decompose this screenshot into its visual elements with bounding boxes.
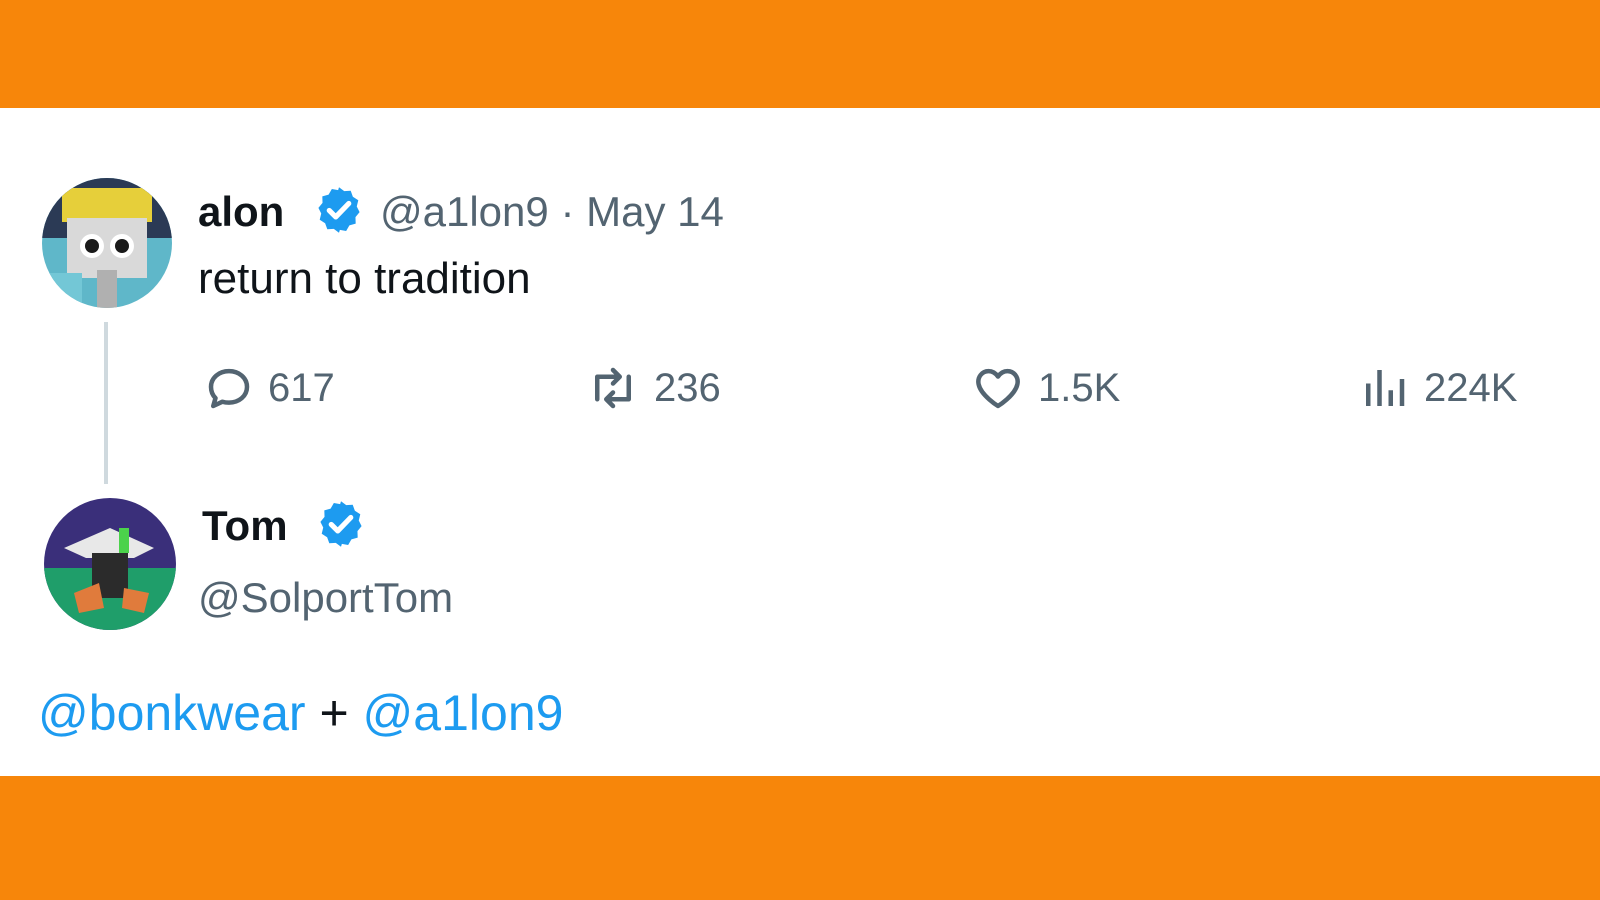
- repost-action[interactable]: 236: [584, 358, 721, 418]
- reply-author-name[interactable]: Tom: [202, 502, 288, 550]
- reply-bubble-icon: [208, 368, 250, 409]
- tweet-date[interactable]: May 14: [586, 188, 724, 235]
- views-action[interactable]: 224K: [1356, 358, 1517, 418]
- tweet-body-text: return to tradition: [198, 254, 531, 303]
- repost-count: 236: [654, 365, 721, 410]
- reply-body-text: @bonkwear + @a1lon9: [38, 684, 563, 742]
- reply-action[interactable]: 617: [202, 358, 335, 418]
- mention-a1lon9-link[interactable]: @a1lon9: [363, 685, 564, 741]
- thread-connector-line: [104, 322, 108, 484]
- reply-count: 617: [268, 365, 335, 410]
- tweet-thread-card: alon @a1lon9 · May 14 return to traditio…: [0, 108, 1600, 776]
- tweet-author-handle[interactable]: @a1lon9: [380, 188, 549, 235]
- tom-avatar[interactable]: [44, 498, 176, 630]
- plus-text: +: [305, 685, 363, 741]
- mention-bonkwear-link[interactable]: @bonkwear: [38, 685, 306, 741]
- alon-avatar[interactable]: [42, 178, 172, 308]
- verified-badge-icon: [318, 187, 360, 233]
- bottom-orange-band: [0, 776, 1600, 900]
- repost-icon: [595, 367, 631, 409]
- like-count: 1.5K: [1038, 365, 1121, 410]
- verified-badge-icon: [320, 501, 362, 547]
- views-count: 224K: [1424, 365, 1518, 410]
- reply-author-handle[interactable]: @SolportTom: [198, 574, 453, 622]
- heart-icon: [976, 368, 1020, 409]
- meta-separator: ·: [560, 188, 575, 235]
- views-bar-chart-icon: [1366, 370, 1405, 406]
- tweet-author-name[interactable]: alon: [198, 188, 284, 236]
- top-orange-band: [0, 0, 1600, 108]
- tweet-meta: @a1lon9 · May 14: [380, 188, 724, 236]
- like-action[interactable]: 1.5K: [970, 358, 1120, 418]
